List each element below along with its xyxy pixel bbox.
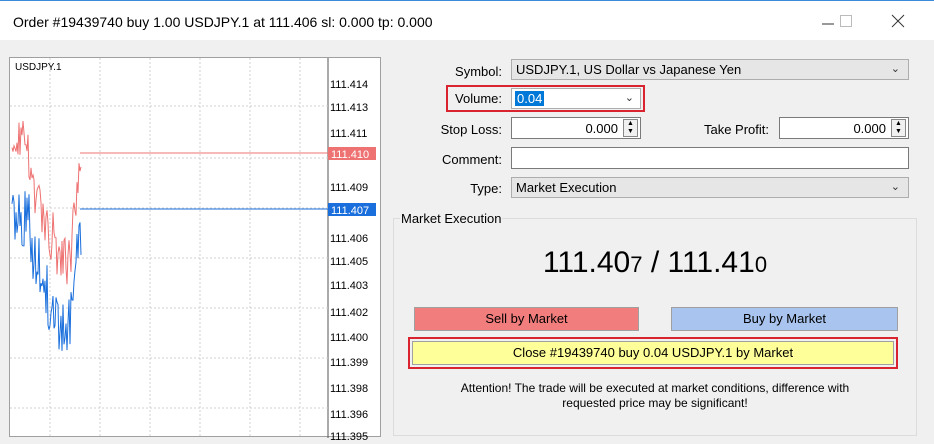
stoploss-field[interactable]: 0.000 ▲ ▼	[511, 117, 641, 139]
chart-symbol: USDJPY.1	[15, 62, 62, 73]
axis-tick-label: 111.414	[330, 79, 369, 91]
close-order-button[interactable]: Close #19439740 buy 0.04 USDJPY.1 by Mar…	[412, 341, 894, 365]
volume-label: Volume:	[455, 91, 502, 106]
axis-tick-label: 111.398	[330, 383, 369, 395]
chevron-down-icon: ⌄	[624, 92, 634, 104]
axis-tick-label: 111.405	[330, 256, 369, 268]
axis-tick-label: 111.402	[330, 307, 369, 319]
attention-line-2: requested price may be significant!	[562, 396, 748, 410]
attention-line-1: Attention! The trade will be executed at…	[460, 381, 850, 395]
comment-label: Comment:	[442, 152, 502, 167]
chevron-down-icon: ⌄	[890, 181, 900, 193]
window-title: Order #19439740 buy 1.00 USDJPY.1 at 111…	[13, 14, 433, 30]
type-label: Type:	[470, 181, 502, 196]
axis-tick-label: 111.413	[330, 102, 369, 114]
close-icon[interactable]	[878, 7, 918, 35]
axis-tick-label: 111.400	[330, 332, 369, 344]
axis-tick-label: 111.409	[330, 182, 369, 194]
takeprofit-label: Take Profit:	[703, 122, 769, 137]
spin-down-icon[interactable]: ▼	[624, 128, 637, 136]
type-value: Market Execution	[516, 180, 617, 195]
bid-price-tag: 111.407	[331, 205, 369, 217]
spin-up-icon[interactable]: ▲	[892, 120, 905, 128]
axis-tick-label: 111.411	[330, 128, 368, 140]
volume-value[interactable]: 0.04	[515, 91, 545, 106]
tick-chart: 111.410 111.407 USDJPY.1	[9, 57, 381, 438]
price-separator: /	[642, 246, 668, 279]
axis-tick-label: 111.403	[330, 280, 369, 292]
symbol-value: USDJPY.1, US Dollar vs Japanese Yen	[516, 62, 742, 77]
tick-chart-svg: 111.410 111.407	[10, 58, 376, 438]
maximize-icon[interactable]	[826, 7, 866, 35]
attention-text: Attention! The trade will be executed at…	[400, 381, 910, 411]
spin-up-icon[interactable]: ▲	[624, 120, 637, 128]
takeprofit-field[interactable]: 0.000 ▲ ▼	[779, 117, 909, 139]
symbol-select[interactable]: USDJPY.1, US Dollar vs Japanese Yen ⌄	[511, 59, 909, 80]
ask-price: 111.410	[667, 246, 768, 279]
stoploss-label: Stop Loss:	[440, 122, 502, 137]
axis-tick-label: 111.406	[330, 233, 369, 245]
group-title: Market Execution	[400, 211, 503, 226]
axis-tick-label: 111.399	[330, 357, 369, 369]
ask-tick-series	[11, 120, 82, 285]
type-select[interactable]: Market Execution ⌄	[511, 177, 909, 198]
comment-field[interactable]	[511, 147, 909, 169]
spin-down-icon[interactable]: ▼	[892, 128, 905, 136]
chevron-down-icon: ⌄	[890, 63, 900, 75]
ask-price-tag: 111.410	[331, 149, 369, 161]
symbol-label: Symbol:	[455, 64, 502, 79]
buy-by-market-button[interactable]: Buy by Market	[671, 307, 898, 331]
stoploss-spinner[interactable]: ▲ ▼	[623, 119, 638, 137]
stoploss-value: 0.000	[585, 121, 618, 136]
takeprofit-value: 0.000	[853, 121, 886, 136]
takeprofit-spinner[interactable]: ▲ ▼	[891, 119, 906, 137]
price-display: 111.407 / 111.410	[393, 246, 917, 280]
window-titlebar: Order #19439740 buy 1.00 USDJPY.1 at 111…	[0, 0, 934, 40]
bid-price: 111.407	[542, 246, 643, 279]
sell-by-market-button[interactable]: Sell by Market	[414, 307, 639, 331]
axis-tick-label: 111.395	[330, 431, 369, 443]
volume-combo[interactable]: 0.04 ⌄	[511, 88, 641, 109]
axis-tick-label: 111.396	[330, 409, 369, 421]
